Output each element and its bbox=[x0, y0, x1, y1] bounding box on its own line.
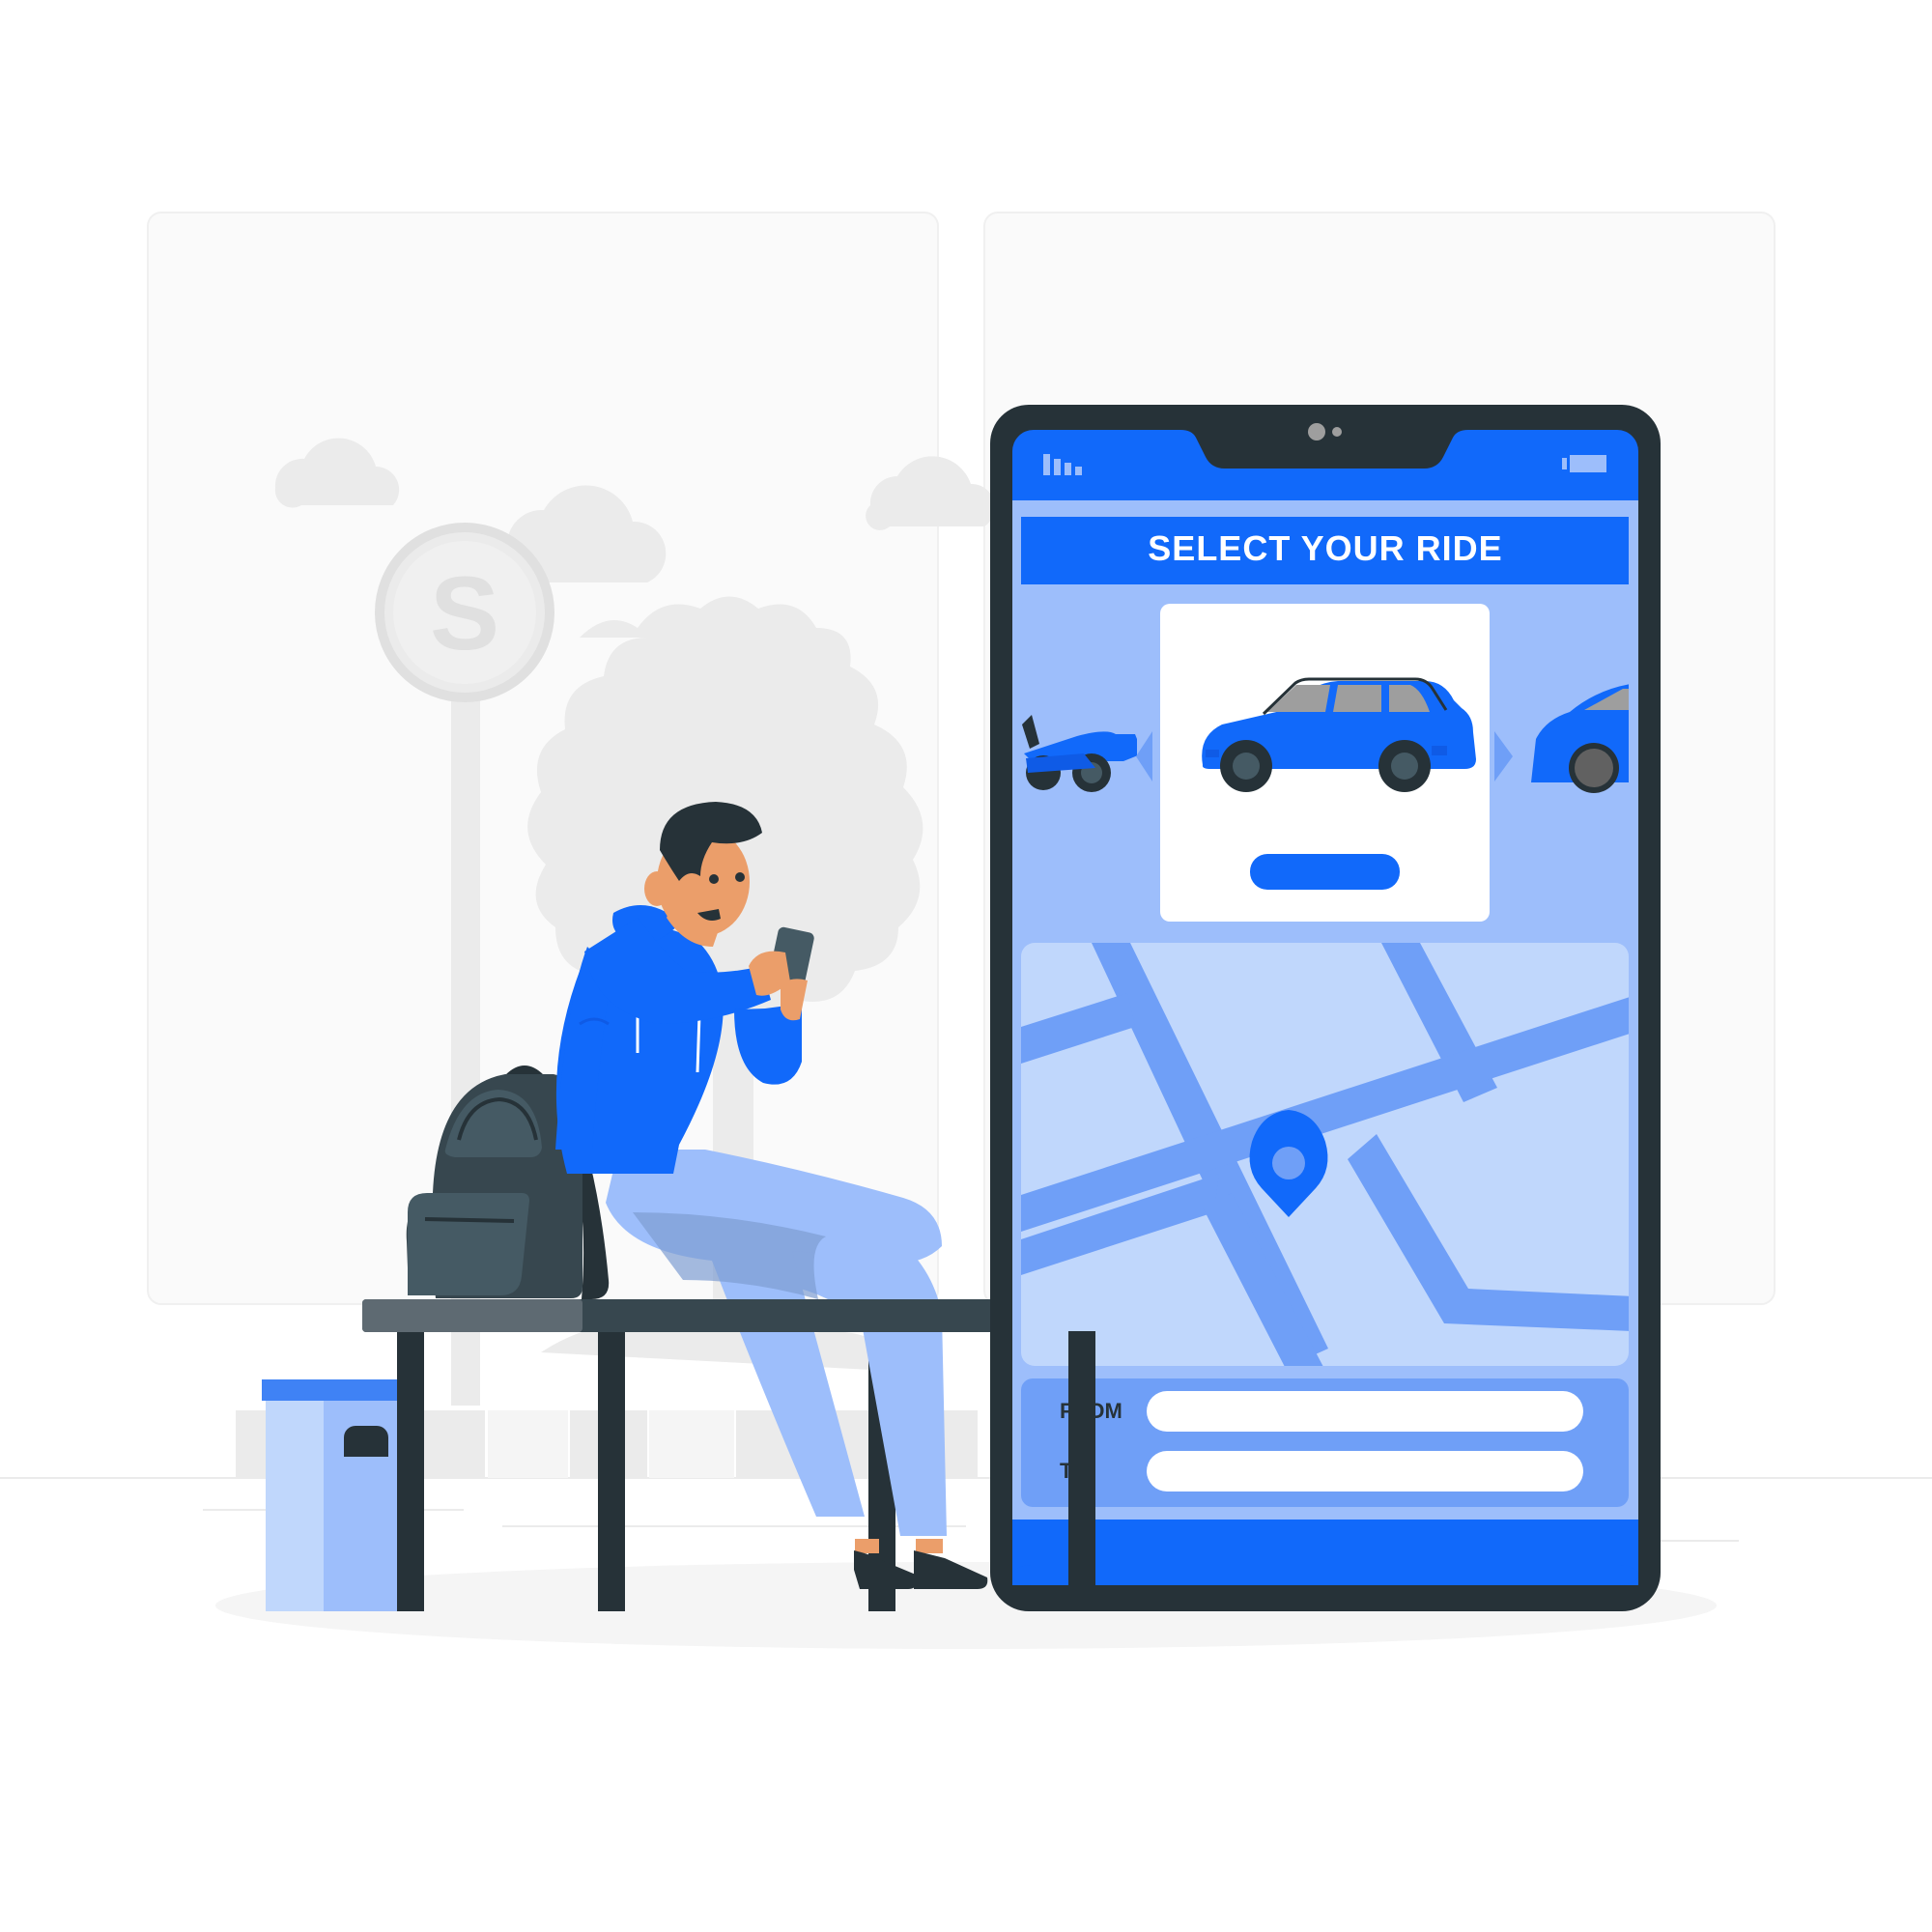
to-input[interactable] bbox=[1147, 1451, 1583, 1492]
bench-leg-front bbox=[1068, 1331, 1095, 1611]
select-ride-button[interactable] bbox=[1250, 854, 1400, 890]
header-title: SELECT YOUR RIDE bbox=[1148, 528, 1502, 568]
illustration-scene: S SELECT YOUR RIDE bbox=[0, 212, 1932, 1649]
from-input[interactable] bbox=[1147, 1391, 1583, 1432]
route-map[interactable] bbox=[1021, 943, 1633, 1367]
bus-stop-letter: S bbox=[430, 554, 499, 671]
trash-bin bbox=[262, 1379, 407, 1611]
front-camera bbox=[1308, 423, 1325, 440]
